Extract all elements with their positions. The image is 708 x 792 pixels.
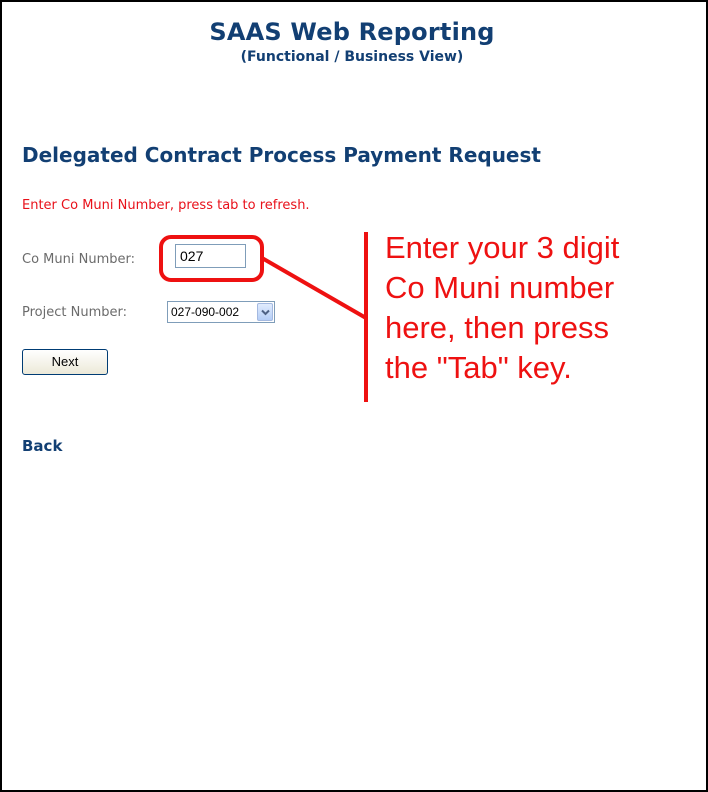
instruction-text: Enter Co Muni Number, press tab to refre… <box>22 198 310 213</box>
co-muni-input[interactable]: 027 <box>175 244 246 268</box>
page-title: Delegated Contract Process Payment Reque… <box>22 143 541 167</box>
project-number-value: 027-090-002 <box>171 305 240 319</box>
project-number-select[interactable]: 027-090-002 <box>167 301 275 323</box>
chevron-down-icon[interactable] <box>257 303 273 321</box>
annotation-text: Enter your 3 digit Co Muni number here, … <box>385 230 620 385</box>
app-title: SAAS Web Reporting <box>209 18 495 46</box>
app-subtitle: (Functional / Business View) <box>240 49 464 65</box>
project-number-label: Project Number: <box>22 305 127 320</box>
back-link[interactable]: Back <box>22 437 62 455</box>
page-frame <box>0 0 708 792</box>
next-button[interactable]: Next <box>22 349 108 375</box>
co-muni-label: Co Muni Number: <box>22 252 135 267</box>
